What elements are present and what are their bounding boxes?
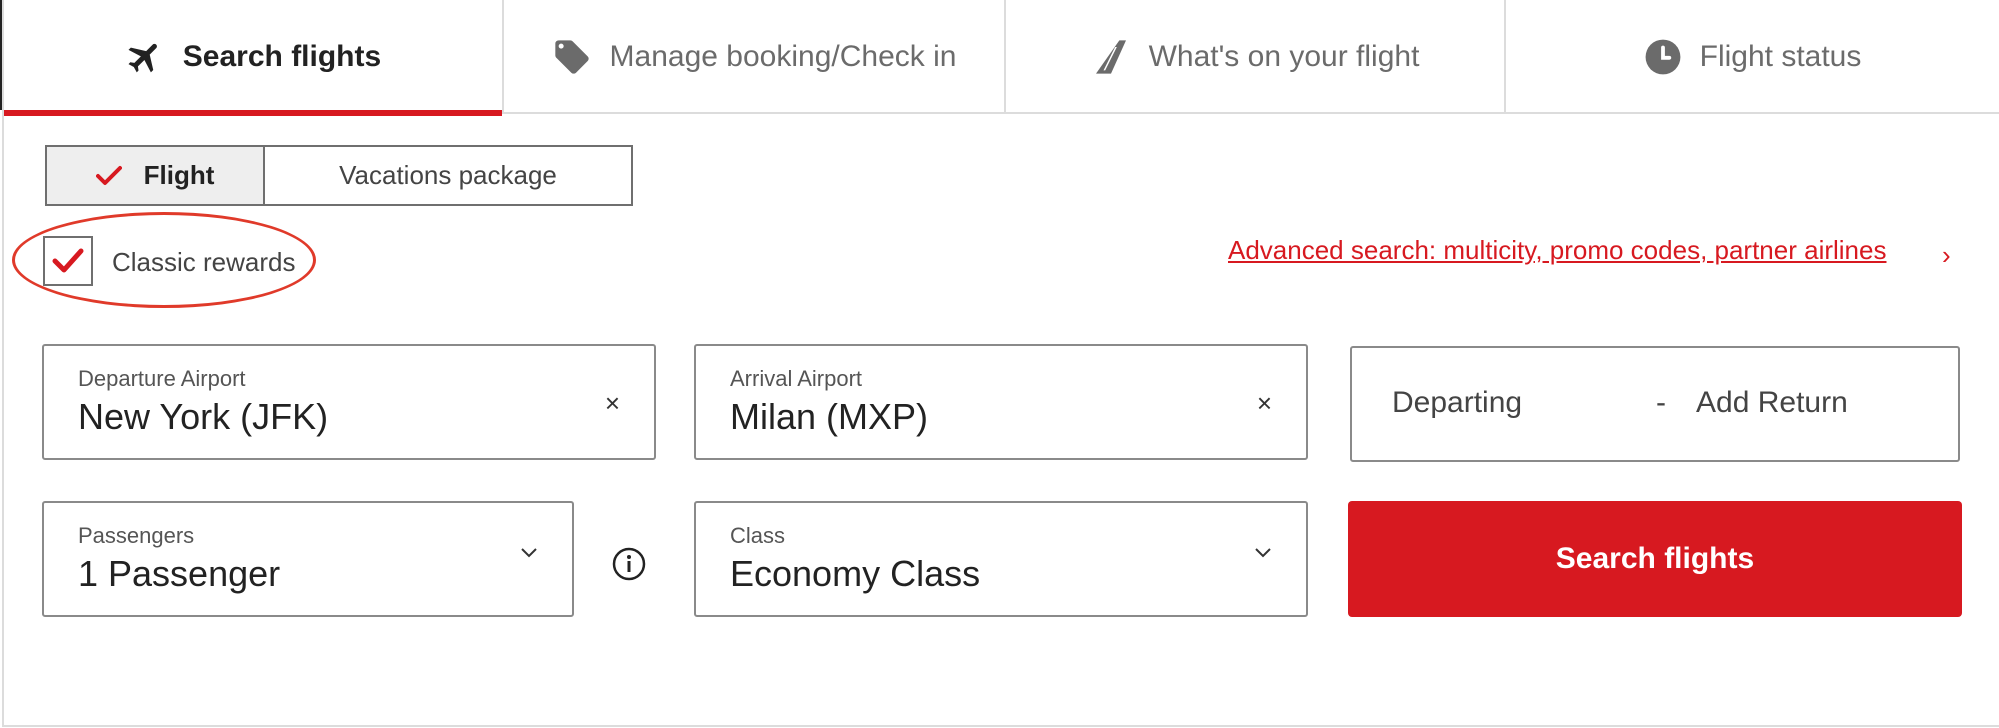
cabin-class-label: Class	[730, 523, 786, 548]
main-tabs: Search flights Manage booking/Check in W…	[4, 0, 1999, 116]
departure-airport-value: New York (JFK)	[78, 396, 329, 437]
trip-type-flight-option[interactable]: Flight	[47, 147, 265, 204]
chevron-down-icon	[1254, 547, 1272, 559]
passengers-label: Passengers	[78, 523, 195, 548]
arrival-airport-field[interactable]: Arrival Airport Milan (MXP) ×	[694, 344, 1308, 460]
seat-icon	[1091, 37, 1131, 77]
clock-icon	[1644, 38, 1682, 76]
tag-icon	[552, 37, 592, 77]
passengers-select[interactable]: Passengers 1 Passenger	[42, 501, 574, 617]
tab-label: What's on your flight	[1148, 40, 1420, 73]
chevron-right-icon[interactable]: ›	[1942, 240, 1951, 271]
tab-label: Flight status	[1699, 40, 1862, 73]
tab-flight-status[interactable]: Flight status	[1506, 0, 1999, 114]
chevron-down-icon	[520, 547, 538, 559]
trip-type-toggle: Flight Vacations package	[45, 145, 633, 206]
classic-rewards-label: Classic rewards	[112, 247, 296, 277]
cabin-class-select[interactable]: Class Economy Class	[694, 501, 1308, 617]
info-icon[interactable]	[612, 547, 646, 581]
date-separator: -	[1656, 386, 1666, 419]
dates-field[interactable]: Departing - Add Return	[1350, 346, 1960, 462]
checkmark-icon	[52, 247, 84, 275]
tab-whats-on-flight[interactable]: What's on your flight	[1006, 0, 1506, 114]
arrival-airport-value: Milan (MXP)	[730, 396, 929, 437]
classic-rewards-checkbox[interactable]	[43, 236, 93, 286]
return-date-placeholder[interactable]: Add Return	[1696, 386, 1848, 420]
search-flights-button[interactable]: Search flights	[1348, 501, 1962, 617]
clear-departure-icon[interactable]: ×	[605, 388, 620, 419]
airplane-icon	[125, 37, 165, 77]
tab-manage-booking[interactable]: Manage booking/Check in	[504, 0, 1006, 114]
departure-airport-label: Departure Airport	[78, 366, 246, 391]
trip-type-vacations-option[interactable]: Vacations package	[265, 147, 631, 204]
departing-date-placeholder[interactable]: Departing	[1392, 386, 1522, 420]
tab-search-flights[interactable]: Search flights	[4, 0, 504, 116]
arrival-airport-label: Arrival Airport	[730, 366, 863, 391]
cabin-class-value: Economy Class	[730, 553, 981, 594]
checkmark-icon	[95, 165, 122, 187]
trip-type-flight-label: Flight	[143, 160, 215, 190]
advanced-search-link[interactable]: Advanced search: multicity, promo codes,…	[1228, 235, 1886, 266]
tab-label: Manage booking/Check in	[609, 40, 957, 73]
trip-type-vacations-label: Vacations package	[339, 160, 557, 190]
tab-label: Search flights	[182, 40, 382, 73]
departure-airport-field[interactable]: Departure Airport New York (JFK) ×	[42, 344, 656, 460]
passengers-value: 1 Passenger	[78, 553, 281, 594]
clear-arrival-icon[interactable]: ×	[1257, 388, 1272, 419]
